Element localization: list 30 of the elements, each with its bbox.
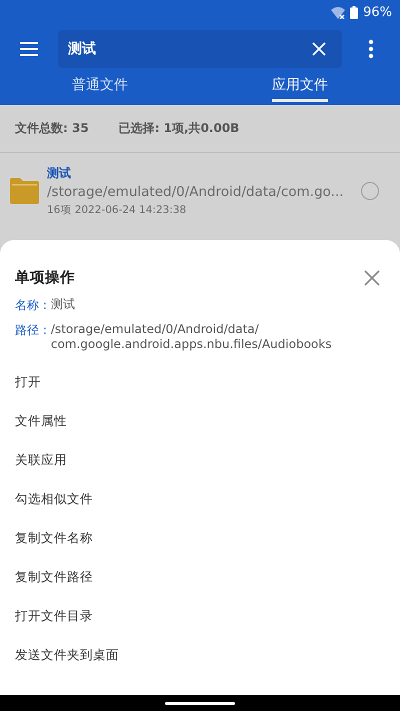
tab[interactable]: 普通文件: [72, 73, 128, 99]
field-value: 测试: [50, 297, 75, 313]
action-item[interactable]: 勾选相似文件: [15, 489, 385, 528]
select-radio[interactable]: [361, 182, 379, 200]
action-item[interactable]: 文件属性: [15, 411, 385, 450]
menu-icon[interactable]: [20, 42, 38, 56]
file-name: 测试: [47, 165, 72, 182]
action-item[interactable]: 打开: [15, 372, 385, 411]
folder-icon: [10, 178, 39, 204]
close-icon[interactable]: [364, 270, 380, 286]
action-item[interactable]: 打开文件目录: [15, 606, 385, 645]
file-path: /storage/emulated/0/Android/data/com.go...: [47, 184, 345, 200]
action-item[interactable]: 关联应用: [15, 450, 385, 489]
file-meta: 16项 2022-06-24 14:23:38: [47, 203, 188, 217]
more-icon[interactable]: [368, 39, 374, 59]
battery-icon: [350, 6, 358, 19]
tab[interactable]: 应用文件: [272, 73, 328, 102]
action-item[interactable]: 发送文件夹到桌面: [15, 645, 385, 684]
selection-summary: 已选择: 1项,共0.00B: [118, 120, 240, 137]
field-value: /storage/emulated/0/Android/data/ com.google.android.apps.nbu.files/Audiobooks: [50, 322, 332, 352]
field-label: 路径 :: [15, 322, 47, 339]
wifi-off-icon: [331, 6, 346, 18]
battery-level: 96%: [363, 5, 392, 20]
search-field[interactable]: 测试: [58, 30, 342, 68]
action-item[interactable]: 复制文件名称: [15, 528, 385, 567]
sheet-title: 单项操作: [15, 268, 75, 287]
home-indicator[interactable]: [165, 702, 235, 704]
file-count: 文件总数: 35: [15, 120, 89, 137]
field-label: 名称 :: [15, 297, 47, 314]
action-item[interactable]: 复制文件路径: [15, 567, 385, 606]
